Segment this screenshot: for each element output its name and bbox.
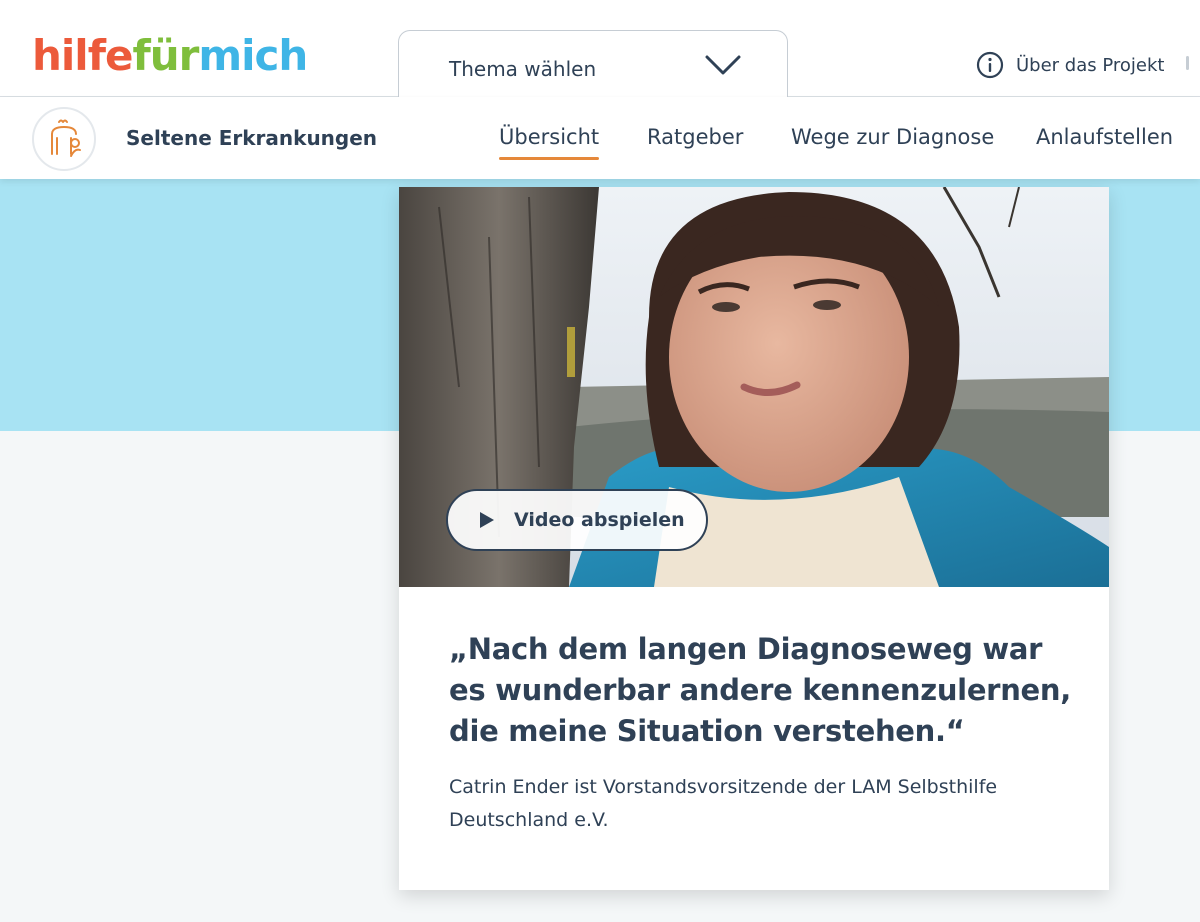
play-video-label: Video abspielen: [514, 509, 685, 531]
info-icon: [976, 51, 1004, 79]
logo-part-hilfe: hilfe: [32, 31, 133, 80]
testimonial-card: Video abspielen „Nach dem langen Diagnos…: [399, 187, 1109, 890]
theme-select-dropdown[interactable]: Thema wählen: [398, 30, 788, 98]
testimonial-quote: „Nach dem langen Diagnoseweg war es wund…: [449, 632, 1071, 748]
about-project-label: Über das Projekt: [1016, 54, 1165, 76]
logo-part-fuer: für: [132, 31, 199, 80]
topic-navigation: Seltene Erkrankungen Übersicht Ratgeber …: [0, 97, 1200, 179]
site-logo[interactable]: hilfefürmich: [32, 31, 308, 80]
tab-ratgeber[interactable]: Ratgeber: [647, 125, 743, 149]
tab-anlaufstellen[interactable]: Anlaufstellen: [1036, 125, 1173, 149]
play-icon: [480, 512, 494, 528]
topic-tabs: Übersicht Ratgeber Wege zur Diagnose Anl…: [0, 125, 1200, 165]
about-project-link[interactable]: Über das Projekt: [976, 50, 1164, 80]
play-video-button[interactable]: Video abspielen: [446, 489, 708, 551]
top-header: hilfefürmich Thema wählen Über das Proje…: [0, 0, 1200, 98]
scrollbar[interactable]: [1186, 56, 1189, 70]
testimonial-caption: Catrin Ender ist Vorstandsvorsitzende de…: [449, 776, 998, 831]
chevron-down-icon: [705, 55, 741, 75]
theme-select-label: Thema wählen: [449, 57, 597, 81]
logo-part-mich: mich: [198, 31, 308, 80]
tab-wege-zur-diagnose[interactable]: Wege zur Diagnose: [791, 125, 994, 149]
video-thumbnail[interactable]: Video abspielen: [399, 187, 1109, 587]
tab-uebersicht[interactable]: Übersicht: [499, 125, 600, 160]
